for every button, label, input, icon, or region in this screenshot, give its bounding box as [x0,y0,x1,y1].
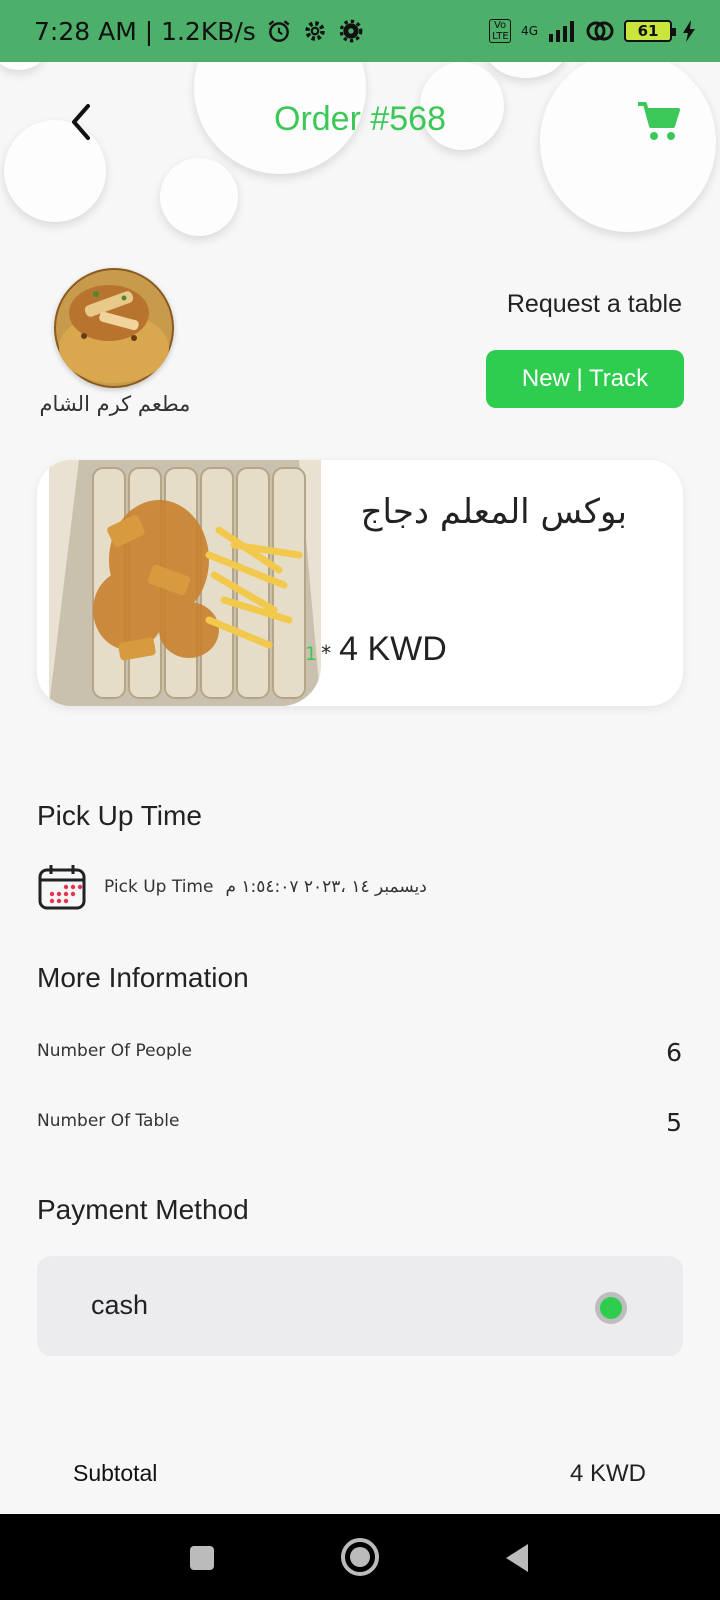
payment-radio-selected[interactable] [595,1292,627,1324]
signal-icon [549,21,574,42]
gear-icon [339,19,363,43]
restaurant-name: مطعم كرم الشام [39,392,191,416]
pickup-value: ديسمبر ١٤ ،٢٠٢٣ ١:٥٤:٠٧ م [225,877,427,897]
item-image [49,460,321,706]
status-time: 7:28 AM | 1.2KB/s [34,16,256,46]
battery-level: 61 [637,22,659,40]
item-price-row: 1 * 4 KWD [305,630,447,669]
pickup-section-title: Pick Up Time [37,800,202,831]
cart-icon[interactable] [636,100,682,142]
people-value: 6 [666,1038,682,1067]
calendar-icon [38,865,86,910]
back-button[interactable] [498,1538,538,1578]
pickup-label: Pick Up Time [104,877,214,897]
alarm-icon [268,20,290,42]
table-label: Number Of Table [37,1111,180,1131]
volte-badge: Vo LTE [489,19,512,43]
battery-icon: 61 [624,20,676,42]
new-track-button[interactable]: New | Track [486,350,684,408]
subtotal-label: Subtotal [73,1460,158,1486]
people-label: Number Of People [37,1041,192,1061]
subtotal-value: 4 KWD [569,1460,646,1487]
charging-icon [683,20,695,42]
system-nav-bar [0,1514,720,1600]
home-button[interactable] [339,1536,381,1578]
payment-method-label: cash [91,1290,149,1320]
restaurant-avatar [54,268,174,388]
data-saver-icon [586,21,614,41]
network-label: 4G [521,24,538,38]
order-item-card: بوكس المعلم دجاج 1 * 4 KWD [37,460,683,706]
table-value: 5 [666,1108,682,1137]
settings-icon [305,21,325,41]
payment-option-cash[interactable]: cash [37,1256,683,1356]
page-title: Order #568 [274,100,446,138]
app-header: Order #568 [0,80,720,160]
item-multiplier: * [321,641,332,665]
item-price: 4 KWD [339,630,447,668]
item-name: بوكس المعلم دجاج [360,492,627,532]
payment-section-title: Payment Method [37,1194,249,1225]
recents-button[interactable] [182,1538,222,1578]
more-info-section-title: More Information [37,962,249,993]
request-table-label: Request a table [506,290,682,318]
pickup-row: Pick Up Time ديسمبر ١٤ ،٢٠٢٣ ١:٥٤:٠٧ م [38,864,427,910]
status-bar: 7:28 AM | 1.2KB/s Vo LTE 4G 61 [0,0,720,62]
item-quantity: 1 [305,643,318,665]
